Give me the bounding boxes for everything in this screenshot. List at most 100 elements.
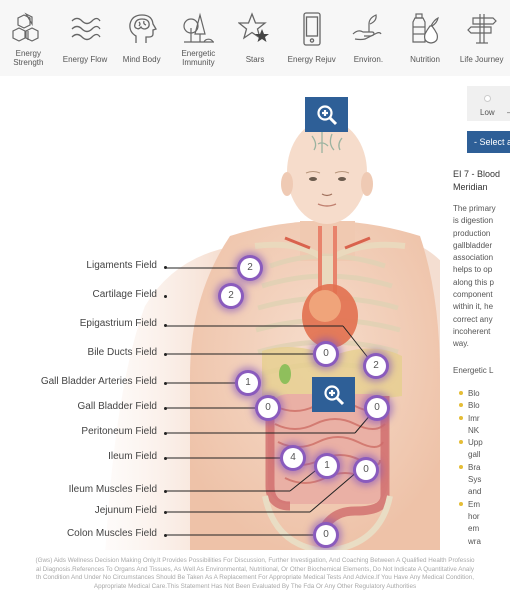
energetic-link-item[interactable]: Bra [458,462,483,474]
nav-label: Energy Strength [13,49,44,67]
nav-energy-flow[interactable]: Energy Flow [57,0,114,76]
disclaimer-line: th Condition And Under No Circumstances … [35,574,474,581]
description-line: helps to op [453,265,493,275]
leader-dot [164,534,167,537]
field-label-ileum[interactable]: Ileum Field [108,451,157,462]
description-line: gallbladder [453,240,493,250]
nav-label: Energetic Immunity [181,49,216,67]
leader-dot [164,432,167,435]
badge-ligaments[interactable]: 2 [240,258,260,278]
energetic-link-item[interactable]: Em [458,499,483,511]
nav-nutrition[interactable]: Nutrition [397,0,454,76]
meridian-title: EI 7 - Blood Meridian [453,169,501,192]
slider-low-label: Low [480,108,495,117]
energetic-link-continuation: em [468,524,480,534]
badge-epigastrium[interactable]: 2 [366,356,386,376]
badge-gall-bladder-arteries[interactable]: 1 [238,373,258,393]
zoom-in-icon [323,384,344,405]
description-line: correct any [453,314,493,324]
body-diagram: Ligaments Field Cartilage Field Epigastr… [0,76,440,550]
leader-dot [164,266,167,269]
category-nav: Energy Strength Energy Flow Mind Body Ene… [0,0,510,76]
badge-cartilage[interactable]: 2 [221,286,241,306]
description-line: association [453,253,494,263]
energetic-link-continuation: hor [468,511,480,521]
energetic-links-heading: Energetic L [453,366,494,375]
disclaimer-line: al Diagnosis.References To Organs And Ti… [36,565,474,573]
field-label-jejunum[interactable]: Jejunum Field [95,505,157,516]
badge-ileum[interactable]: 4 [283,448,303,468]
nav-label: Energy Rejuv [287,55,336,64]
description-line: within it, he [453,302,494,312]
energetic-link-continuation: Sys [468,475,482,485]
energetic-link-item[interactable]: Blo [458,388,483,400]
field-label-epigastrium[interactable]: Epigastrium Field [80,318,157,329]
hand-sprout-icon [352,14,382,41]
field-label-bile-ducts[interactable]: Bile Ducts Field [88,347,157,358]
nav-label: Mind Body [122,55,161,64]
leader-dot [164,511,167,514]
badge-jejunum[interactable]: 0 [356,460,376,480]
badge-peritoneum[interactable]: 0 [367,398,387,418]
energetic-link-continuation: wra [468,536,481,546]
description-line: component [453,290,493,300]
nav-label: Nutrition [410,55,440,64]
disclaimer-line: Appropriate Medical Care.This Statement … [93,582,417,590]
bottle-pear-icon [412,13,439,44]
nav-stars[interactable]: Stars [227,0,284,76]
field-label-colon-muscles[interactable]: Colon Muscles Field [67,528,157,539]
nav-energy-strength[interactable]: Energy Strength [0,0,57,76]
nav-label: Stars [245,55,265,64]
nav-mind-body[interactable]: Mind Body [113,0,170,76]
nav-label: Life Journey [459,55,504,64]
zoom-in-icon [316,104,337,125]
field-label-gall-bladder-arteries[interactable]: Gall Bladder Arteries Field [41,376,157,387]
trees-icon [183,12,215,43]
nav-label: Energy Flow [62,55,108,64]
badge-bile-ducts[interactable]: 0 [316,344,336,364]
leader-dot [164,490,167,493]
nav-life-journey[interactable]: Life Journey [453,0,510,76]
badge-colon-muscles[interactable]: 0 [316,525,336,545]
meridian-info-panel: Low – - Select a EI 7 - Blood Meridian T… [440,76,510,550]
badge-gall-bladder[interactable]: 0 [258,398,278,418]
field-label-cartilage[interactable]: Cartilage Field [93,289,157,300]
field-label-peritoneum[interactable]: Peritoneum Field [81,426,157,437]
energetic-link-continuation: NK [468,425,480,435]
description-line: way. [453,339,469,349]
field-label-ileum-muscles[interactable]: Ileum Muscles Field [69,484,157,495]
meridian-description: The primary is digestion production gallbla… [453,203,510,351]
intensity-slider[interactable]: Low – [467,86,510,121]
energetic-link-item[interactable]: Blo [458,400,483,412]
field-label-ligaments[interactable]: Ligaments Field [86,260,157,271]
head-brain-icon [128,14,157,43]
disclaimer: (Gws) Aids Wellness Decision Making Only… [0,557,510,591]
description-line: is digestion [453,216,494,226]
nav-energy-rejuv[interactable]: Energy Rejuv [283,0,340,76]
energetic-link-item[interactable]: Imr [458,413,483,425]
zoom-head-button[interactable] [305,97,348,132]
leader-dot [164,457,167,460]
anatomy-illustration [105,120,440,550]
energetic-link-continuation: gall [468,450,481,460]
nav-energetic-immunity[interactable]: Energetic Immunity [170,0,227,76]
energetic-link-item[interactable]: Upp [458,437,483,449]
stars-icon [238,12,270,42]
description-line: incoherent [453,326,491,336]
slider-low-radio[interactable] [484,95,491,102]
leader-dot [164,407,167,410]
badge-ileum-muscles[interactable]: 1 [317,456,337,476]
zoom-abdomen-button[interactable] [312,377,355,412]
waves-icon [71,17,101,41]
select-dropdown-button[interactable]: - Select a [467,131,510,153]
phone-icon [303,12,321,46]
energetic-links-list: Blo Blo Imr NK Upp gall Bra Sys and Em hor em wra [458,388,483,548]
disclaimer-line: (Gws) Aids Wellness Decision Making Only… [35,557,475,564]
energetic-link-continuation: and [468,487,482,497]
nav-environ[interactable]: Environ. [340,0,397,76]
field-label-gall-bladder[interactable]: Gall Bladder Field [78,401,157,412]
nav-label: Environ. [353,55,384,64]
description-line: production [453,228,491,238]
leader-dot [164,324,167,327]
leader-dot [164,295,167,298]
